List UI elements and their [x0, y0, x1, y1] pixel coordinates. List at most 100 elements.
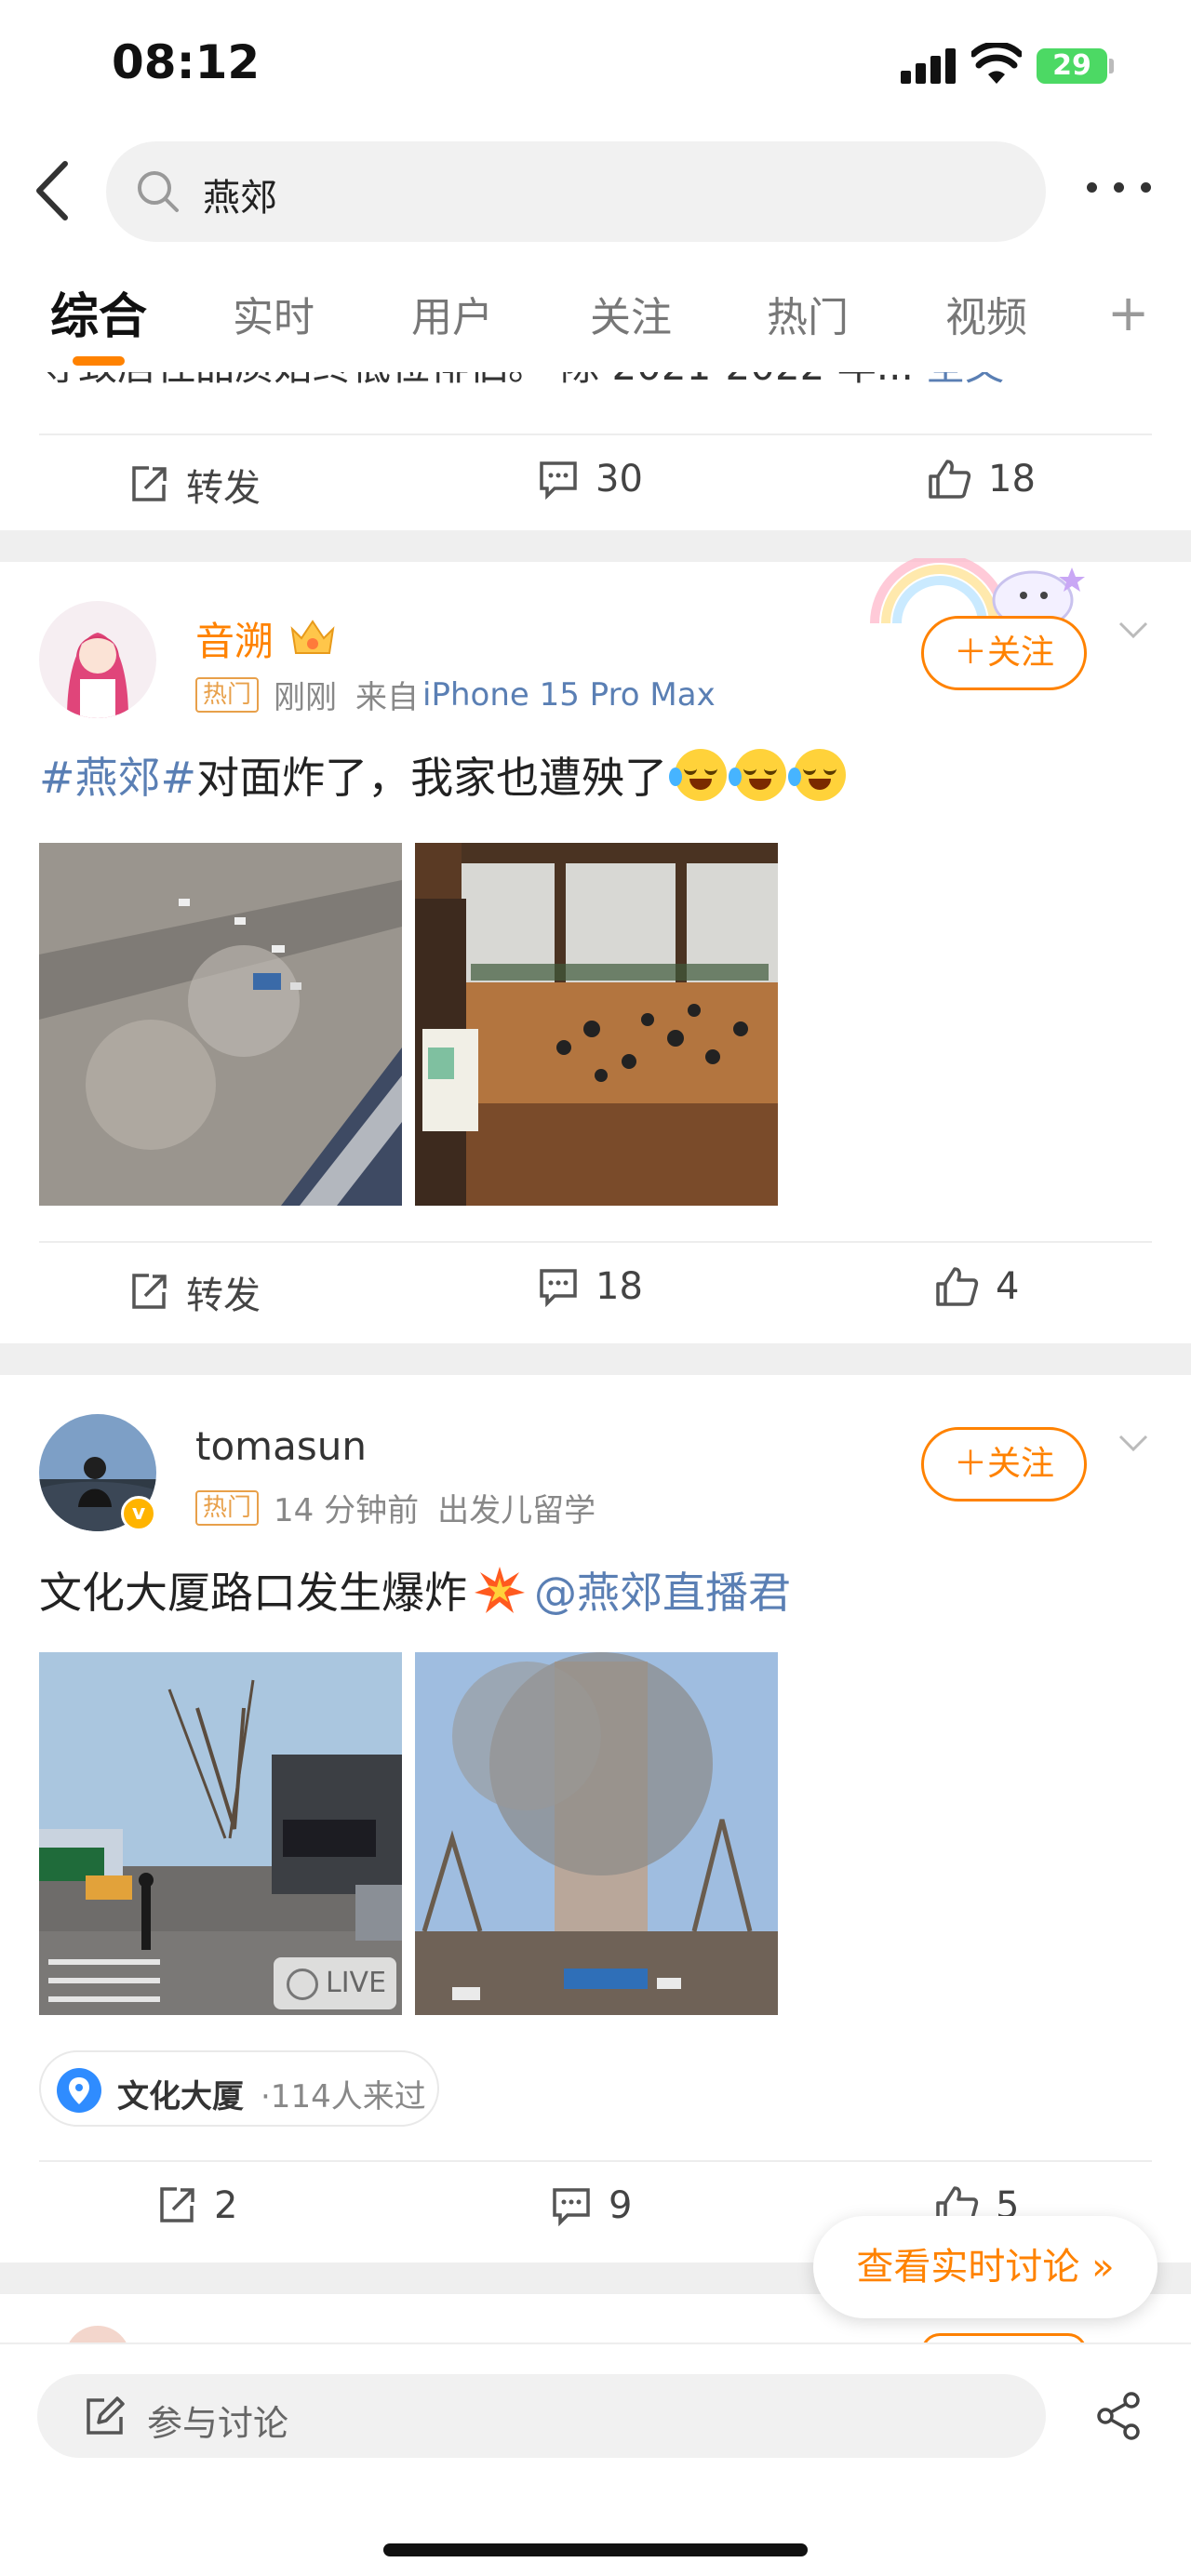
- battery-tip: [1109, 59, 1114, 73]
- search-input[interactable]: 燕郊: [106, 141, 1046, 242]
- status-time: 08:12: [112, 35, 261, 89]
- thumbs-up-icon: [936, 1267, 979, 1306]
- tab-users[interactable]: 用户: [411, 284, 493, 343]
- comment-icon: [540, 1269, 577, 1307]
- next-post-avatar: [65, 2326, 130, 2342]
- add-tab-button[interactable]: +: [1107, 288, 1149, 339]
- user-avatar[interactable]: [39, 601, 156, 718]
- post-image[interactable]: [415, 843, 778, 1206]
- username[interactable]: tomasun: [195, 1423, 367, 1469]
- post-source[interactable]: iPhone 15 Pro Max: [422, 676, 716, 714]
- repost-icon: [132, 466, 167, 501]
- source-prefix: 来自: [355, 679, 420, 716]
- post-action-bar: 转发 18 4: [39, 1241, 1152, 1343]
- tab-realtime[interactable]: 实时: [233, 284, 314, 343]
- comment-icon: [540, 461, 577, 500]
- search-query: 燕郊: [203, 177, 277, 220]
- username-text: tomasun: [195, 1423, 367, 1469]
- comment-button[interactable]: 9: [551, 2184, 632, 2227]
- like-count: 18: [988, 458, 1036, 501]
- repost-label: 转发: [186, 467, 261, 510]
- live-photo-badge: LIVE: [274, 1957, 396, 2009]
- repost-label: 转发: [186, 1275, 261, 1317]
- verified-badge-icon: v: [121, 1496, 156, 1531]
- post-live-photo[interactable]: LIVE: [39, 1652, 402, 2015]
- username-text: 音溯: [195, 619, 274, 664]
- back-arrow-icon[interactable]: [24, 158, 80, 223]
- chevron-down-icon[interactable]: [1115, 616, 1152, 644]
- tab-following[interactable]: 关注: [590, 284, 672, 343]
- post-text: 文化大厦路口发生爆炸 @燕郊直播君: [39, 1557, 791, 1622]
- comment-placeholder: 参与讨论: [147, 2403, 289, 2444]
- search-feed: 导致居住品质始终低位徘徊。” 除 2021-2022 年... 全文 转发 30…: [0, 372, 1191, 2342]
- comment-button[interactable]: 18: [538, 1265, 643, 1308]
- explosion-emoji-icon: [475, 1567, 525, 1613]
- laugh-cry-emoji-icon: [788, 749, 847, 801]
- more-options-icon[interactable]: [1087, 182, 1152, 201]
- comment-count: 30: [596, 458, 643, 501]
- location-chip[interactable]: 文化大厦 ·114人来过: [39, 2050, 439, 2127]
- home-indicator: [383, 2543, 808, 2556]
- laugh-cry-emoji-icon: [669, 749, 728, 801]
- comment-button[interactable]: 30: [538, 458, 643, 501]
- repost-button[interactable]: 转发: [128, 1265, 261, 1319]
- post-meta: 热门 刚刚 来自 iPhone 15 Pro Max: [195, 672, 716, 717]
- wifi-icon: [971, 43, 1022, 84]
- repost-button[interactable]: 2: [156, 2184, 237, 2227]
- post-image[interactable]: [415, 1652, 778, 2015]
- repost-icon: [160, 2187, 194, 2222]
- location-pin-icon: [57, 2068, 101, 2113]
- post-action-bar: 转发 30 18: [39, 434, 1152, 536]
- vip-crown-icon: [290, 620, 335, 654]
- battery-icon: 29: [1037, 48, 1107, 84]
- post-time: 刚刚: [274, 679, 338, 716]
- follow-button[interactable]: ＋关注: [921, 616, 1087, 690]
- hashtag-link[interactable]: #燕郊#: [39, 744, 196, 806]
- tab-comprehensive[interactable]: 综合: [50, 277, 147, 347]
- post-separator: [0, 530, 1191, 562]
- comment-count: 9: [609, 2184, 633, 2227]
- post-text: #燕郊# 对面炸了，我家也遭殃了: [39, 742, 847, 808]
- hot-badge: 热门: [195, 676, 260, 713]
- mention-link[interactable]: @燕郊直播君: [534, 1559, 791, 1621]
- post-separator: [0, 1343, 1191, 1375]
- active-tab-indicator: [73, 356, 125, 366]
- post-image[interactable]: [39, 843, 402, 1206]
- tab-video[interactable]: 视频: [945, 284, 1027, 343]
- repost-icon: [132, 1274, 167, 1309]
- view-realtime-discussion-button[interactable]: 查看实时讨论 »: [813, 2216, 1158, 2318]
- post-source: 出发儿留学: [437, 1492, 596, 1529]
- post-meta: 热门 14 分钟前 出发儿留学: [195, 1485, 596, 1530]
- like-button[interactable]: 4: [934, 1265, 1019, 1308]
- hot-badge: 热门: [195, 1489, 260, 1526]
- laugh-cry-emoji-icon: [729, 749, 787, 801]
- post-body: 文化大厦路口发生爆炸: [39, 1568, 467, 1618]
- edit-icon: [87, 2396, 125, 2435]
- post-time: 14 分钟前: [274, 1492, 420, 1529]
- comment-icon: [553, 2188, 590, 2226]
- repost-count: 2: [214, 2184, 238, 2227]
- thumbs-up-icon: [929, 460, 971, 499]
- tab-hot[interactable]: 热门: [767, 284, 849, 343]
- share-icon[interactable]: [1094, 2391, 1144, 2441]
- like-button[interactable]: 18: [927, 458, 1036, 501]
- like-count: 4: [996, 1265, 1020, 1308]
- truncated-text: 导致居住品质始终低位徘徊。” 除 2021-2022 年...: [39, 372, 914, 389]
- next-post-follow-button[interactable]: [921, 2333, 1087, 2342]
- search-icon: [138, 171, 179, 212]
- username[interactable]: 音溯: [195, 610, 274, 667]
- search-tabs: 综合 实时 用户 关注 热门 视频 +: [0, 270, 1191, 372]
- cellular-signal-icon: [901, 48, 957, 84]
- comment-input[interactable]: 参与讨论: [37, 2374, 1046, 2458]
- status-bar: 08:12 29: [0, 0, 1191, 135]
- bottom-bar: 参与讨论: [0, 2342, 1191, 2576]
- follow-button[interactable]: ＋关注: [921, 1427, 1087, 1502]
- chevron-down-icon[interactable]: [1115, 1429, 1152, 1457]
- full-text-link[interactable]: 全文: [926, 372, 1004, 389]
- location-name: 文化大厦: [117, 2078, 244, 2116]
- comment-count: 18: [596, 1265, 643, 1308]
- repost-button[interactable]: 转发: [128, 458, 261, 512]
- truncated-post-text: 导致居住品质始终低位徘徊。” 除 2021-2022 年... 全文: [39, 372, 1004, 392]
- post-body: 对面炸了，我家也遭殃了: [196, 753, 668, 803]
- location-visitor-count: ·114人来过: [261, 2078, 426, 2116]
